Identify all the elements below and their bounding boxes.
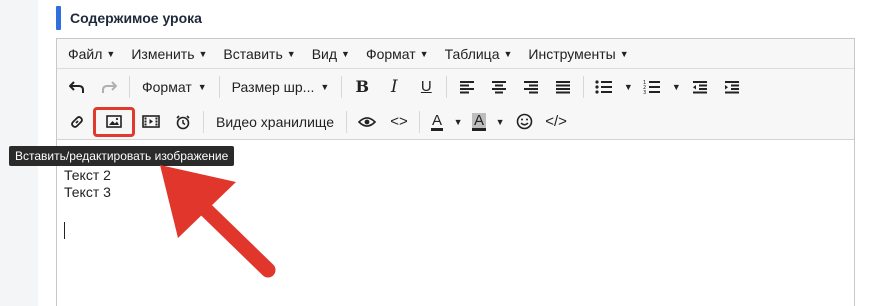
caret-down-icon: ▼ [341, 48, 350, 59]
menu-tools-label: Инструменты [528, 45, 616, 62]
toolbar-separator [583, 75, 585, 98]
redo-button[interactable] [93, 72, 125, 102]
menu-tools[interactable]: Инструменты ▼ [520, 39, 636, 69]
bullet-list-options[interactable]: ▼ [620, 72, 636, 102]
editor-content[interactable]: Текст 2 Текст 3 [64, 167, 111, 201]
align-justify-icon [556, 80, 571, 93]
caret-down-icon: ▼ [106, 48, 116, 59]
align-left-icon [460, 80, 475, 93]
font-color-options[interactable]: ▼ [450, 107, 466, 137]
link-icon [71, 115, 83, 128]
align-right-icon [524, 80, 539, 93]
source-code-button[interactable]: </> [540, 107, 572, 137]
eye-icon [358, 116, 377, 127]
caret-down-icon: ▼ [619, 48, 629, 59]
menu-insert[interactable]: Вставить ▼ [215, 39, 303, 69]
menu-format-label: Формат [365, 45, 416, 62]
caret-down-icon: ▼ [503, 48, 513, 59]
menu-file[interactable]: Файл ▼ [60, 39, 123, 69]
format-dropdown-label: Формат [142, 78, 192, 95]
menu-file-label: Файл [68, 45, 103, 62]
menu-format[interactable]: Формат ▼ [358, 39, 437, 69]
toolbar-separator [341, 75, 343, 98]
alarm-clock-icon [176, 114, 190, 129]
toolbar-separator [203, 110, 204, 133]
background-color-options[interactable]: ▼ [492, 107, 508, 137]
toolbar-separator [218, 75, 220, 98]
menu-table-label: Таблица [444, 45, 500, 62]
menu-view[interactable]: Вид ▼ [304, 39, 358, 69]
menu-insert-label: Вставить [223, 45, 283, 62]
menu-edit-label: Изменить [131, 45, 195, 62]
rich-text-editor: Файл ▼ Изменить ▼ Вставить ▼ Вид ▼ Формат ▼ Т… [56, 38, 855, 306]
bullet-list-icon [595, 79, 613, 94]
caret-down-icon: ▼ [419, 48, 429, 59]
svg-text:3: 3 [643, 90, 646, 94]
font-size-dropdown[interactable]: Размер шр... ▼ [224, 72, 338, 102]
caret-down-icon: ▼ [286, 48, 296, 59]
toolbar-separator [419, 110, 421, 133]
indent-button[interactable] [716, 72, 748, 102]
undo-icon [69, 80, 84, 93]
menu-table[interactable]: Таблица ▼ [437, 39, 521, 69]
caret-down-icon: ▼ [495, 116, 505, 127]
section-header: Содержимое урока [56, 6, 202, 30]
italic-button[interactable]: I [378, 72, 410, 102]
smiley-icon [516, 113, 532, 130]
numbered-list-options[interactable]: ▼ [668, 72, 684, 102]
image-icon [106, 115, 122, 128]
align-center-button[interactable] [483, 72, 515, 102]
align-center-icon [492, 80, 507, 93]
align-right-button[interactable] [515, 72, 547, 102]
code-sample-button[interactable]: <> [383, 107, 415, 137]
insert-media-button[interactable] [135, 107, 167, 137]
caret-down-icon: ▼ [671, 81, 681, 92]
toolbar-separator [446, 75, 448, 98]
font-color-button[interactable]: A [424, 107, 450, 137]
toolbar-separator [346, 110, 348, 133]
numbered-list-icon: 123 [643, 80, 661, 94]
underline-button[interactable]: U [410, 72, 442, 102]
caret-down-icon: ▼ [197, 81, 207, 92]
editor-menubar: Файл ▼ Изменить ▼ Вставить ▼ Вид ▼ Формат ▼ Т… [57, 39, 854, 69]
format-dropdown[interactable]: Формат ▼ [134, 72, 215, 102]
outdent-button[interactable] [684, 72, 716, 102]
content-line: Текст 3 [64, 184, 111, 200]
section-title: Содержимое урока [70, 10, 202, 26]
caret-down-icon: ▼ [320, 81, 330, 92]
caret-down-icon: ▼ [623, 81, 633, 92]
undo-button[interactable] [61, 72, 93, 102]
caret-down-icon: ▼ [453, 116, 463, 127]
toolbar-row-1: Формат ▼ Размер шр... ▼ B I U ▼ 1 2 3 ▼ [61, 69, 850, 104]
emoticons-button[interactable] [508, 107, 540, 137]
align-left-button[interactable] [451, 72, 483, 102]
video-storage-button[interactable]: Видео хранилище [208, 107, 342, 137]
numbered-list-button[interactable]: 123 [636, 72, 668, 102]
caret-down-icon: ▼ [198, 48, 208, 59]
outdent-icon [693, 80, 708, 93]
bullet-list-button[interactable] [588, 72, 620, 102]
editor-toolbar: Формат ▼ Размер шр... ▼ B I U ▼ 1 2 3 ▼ … [57, 69, 854, 140]
toolbar-row-2: Видео хранилище <> A ▼ A ▼ </> [61, 104, 850, 139]
content-line: Текст 2 [64, 167, 111, 183]
align-justify-button[interactable] [547, 72, 579, 102]
toolbar-separator [129, 75, 130, 98]
background-color-letter: A [472, 111, 487, 131]
insert-image-tooltip: Вставить/редактировать изображение [9, 146, 235, 166]
bold-button[interactable]: B [346, 72, 378, 102]
insert-image-button[interactable] [93, 106, 135, 137]
font-color-letter: A [431, 111, 444, 131]
redo-icon [102, 80, 117, 93]
font-size-dropdown-label: Размер шр... [231, 78, 315, 95]
film-icon [142, 115, 160, 128]
text-cursor [64, 222, 65, 239]
menu-view-label: Вид [311, 45, 338, 62]
section-accent-bar [56, 6, 61, 30]
insert-time-button[interactable] [167, 107, 199, 137]
background-color-button[interactable]: A [466, 107, 492, 137]
insert-link-button[interactable] [61, 107, 93, 137]
menu-edit[interactable]: Изменить ▼ [123, 39, 215, 69]
preview-button[interactable] [351, 107, 383, 137]
indent-icon [725, 80, 740, 93]
